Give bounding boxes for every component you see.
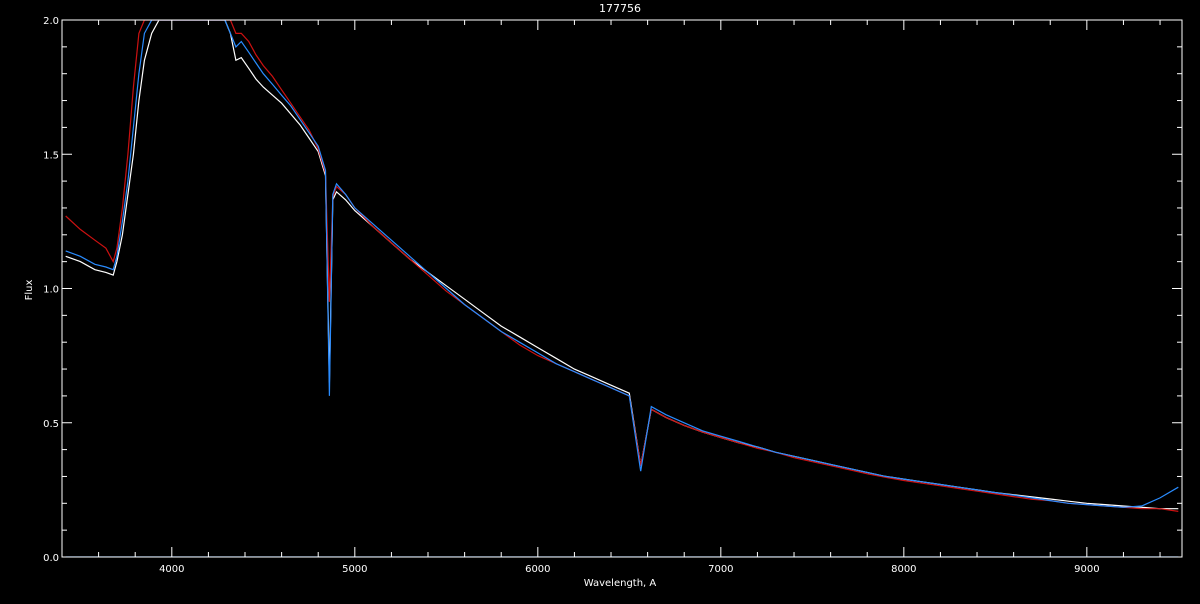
spectrum-chart: 177756 Wavelength, A Flux 4000 5000 6000 70… — [24, 2, 1183, 589]
chart-container: 177756 Wavelength, A Flux 4000 5000 6000 70… — [0, 0, 1200, 600]
y-tick-label: 0.5 — [43, 419, 59, 430]
plot-frame — [61, 19, 1183, 558]
y-tick-label: 0.0 — [43, 553, 59, 564]
y-axis-label: Flux — [24, 280, 35, 301]
x-axis-label: Wavelength, A — [584, 578, 657, 589]
series-line-1 — [65, 20, 1179, 510]
y-tick-label: 2.0 — [43, 16, 59, 27]
x-tick-label: 5000 — [342, 564, 367, 575]
series-line-2 — [65, 20, 1179, 512]
axes: 4000 5000 6000 7000 8000 9000 0.0 0.5 1.0 1.5 2.0 — [43, 16, 1183, 575]
y-tick-label: 1.5 — [43, 150, 59, 161]
series-line-3 — [65, 20, 1179, 508]
x-tick-label: 9000 — [1074, 564, 1099, 575]
y-tick-label: 1.0 — [43, 285, 59, 296]
x-tick-label: 4000 — [159, 564, 184, 575]
plot-area — [65, 20, 1179, 557]
x-tick-label: 7000 — [708, 564, 733, 575]
x-tick-label: 8000 — [891, 564, 916, 575]
chart-title: 177756 — [599, 2, 641, 15]
x-tick-label: 6000 — [525, 564, 550, 575]
